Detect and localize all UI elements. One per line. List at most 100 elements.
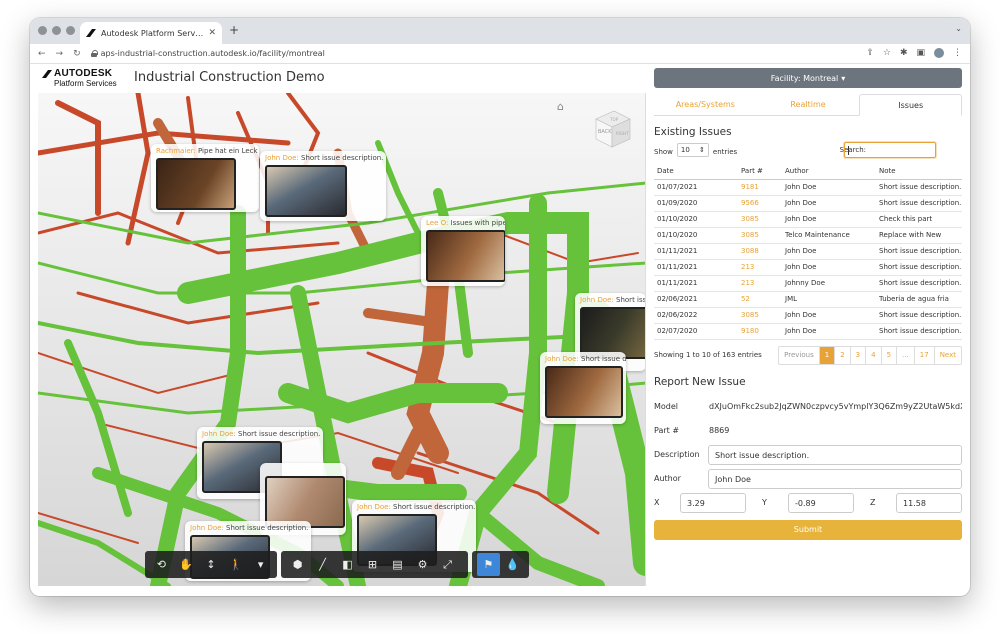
x-label: X <box>654 497 660 507</box>
table-row[interactable]: 01/09/2020 9566 John Doe Short issue descri… <box>654 195 962 212</box>
column-header-note[interactable]: Note <box>876 163 962 180</box>
fullscreen-icon[interactable]: ⤢ <box>436 553 459 576</box>
camera-icon[interactable]: ▾ <box>249 553 272 576</box>
share-icon[interactable]: ⇪ <box>866 48 874 58</box>
settings-icon[interactable]: ⚙ <box>411 553 434 576</box>
cell-author: JML <box>782 291 876 308</box>
measure-icon[interactable]: ╱ <box>311 553 334 576</box>
autodesk-favicon-icon <box>86 29 96 37</box>
orbit-icon[interactable]: ⟲ <box>150 553 173 576</box>
issue-note[interactable]: John Doe: Short issue description. <box>260 151 386 221</box>
author-input[interactable]: John Doe <box>708 468 962 489</box>
panel-tabs: Areas/Systems Realtime Issues <box>654 94 963 116</box>
section-icon[interactable]: ◧ <box>336 553 359 576</box>
side-panel: Facility: Montreal ▾ Areas/Systems Realt… <box>654 68 963 540</box>
viewcube[interactable]: BACK TOP RIGHT <box>586 105 632 151</box>
table-info: Showing 1 to 10 of 163 entries <box>654 350 762 359</box>
z-input[interactable]: 11.58 <box>896 492 962 513</box>
page-17[interactable]: 17 <box>913 346 934 364</box>
extensions-icon[interactable]: ✱ <box>900 48 908 58</box>
issues-table: Date Part # Author Note 01/07/2021 9181 Jo… <box>654 163 962 340</box>
table-row[interactable]: 01/10/2020 3085 John Doe Check this part <box>654 211 962 228</box>
bookmark-star-icon[interactable]: ☆ <box>883 48 891 58</box>
browser-tab[interactable]: Autodesk Platform Services: In... ✕ <box>80 22 222 44</box>
explode-icon[interactable]: ⬢ <box>286 553 309 576</box>
url-field[interactable]: aps-industrial-construction.autodesk.io/… <box>90 49 325 58</box>
forward-icon[interactable]: → <box>56 49 64 59</box>
sidebar-icon[interactable]: ▣ <box>916 48 925 58</box>
submit-button[interactable]: Submit <box>654 519 962 540</box>
profile-avatar[interactable] <box>934 48 944 58</box>
table-footer: Showing 1 to 10 of 163 entries Previous … <box>654 345 962 365</box>
facility-dropdown-button[interactable]: Facility: Montreal ▾ <box>654 68 962 88</box>
autodesk-logo: AUTODESK Platform Services <box>42 68 128 88</box>
x-input[interactable]: 3.29 <box>680 492 746 513</box>
column-header-author[interactable]: Author <box>782 163 876 180</box>
column-header-date[interactable]: Date <box>654 163 738 180</box>
table-row[interactable]: 01/11/2021 3088 John Doe Short issue descri… <box>654 243 962 260</box>
page-previous[interactable]: Previous <box>779 347 819 364</box>
page-4[interactable]: 4 <box>865 346 880 364</box>
entries-select[interactable]: 10 ⇕ <box>676 143 709 157</box>
dolly-icon[interactable]: ↕ <box>200 553 223 576</box>
entries-label: entries <box>712 147 738 156</box>
page-next[interactable]: Next <box>933 346 961 364</box>
page-2[interactable]: 2 <box>834 346 849 364</box>
3d-viewer[interactable]: ⌂ BACK TOP RIGHT Rachmaier: Pipe hat ein… <box>38 93 646 586</box>
close-window-button[interactable] <box>38 26 47 35</box>
table-row[interactable]: 01/07/2021 9181 John Doe Short issue descri… <box>654 179 962 196</box>
tab-realtime[interactable]: Realtime <box>757 94 860 115</box>
table-row[interactable]: 02/06/2022 3085 John Doe Short issue descri… <box>654 307 962 324</box>
column-header-part[interactable]: Part # <box>738 163 782 180</box>
table-row[interactable]: 02/07/2020 9180 John Doe Short issue descri… <box>654 323 962 340</box>
pan-icon[interactable]: ✋ <box>175 553 198 576</box>
note-author: Lee O: <box>426 219 449 227</box>
cell-date: 02/07/2020 <box>654 323 738 340</box>
minimize-window-button[interactable] <box>52 26 61 35</box>
model-browser-icon[interactable]: ⊞ <box>361 553 384 576</box>
issue-note[interactable]: John Doe: Short issue description. <box>540 352 626 424</box>
tab-list-chevron-icon[interactable]: ⌄ <box>955 24 962 33</box>
window-controls <box>38 26 75 35</box>
table-row[interactable]: 01/11/2021 213 John Doe Short issue descrip… <box>654 259 962 276</box>
issue-photo <box>426 230 505 282</box>
walk-icon[interactable]: 🚶 <box>224 553 247 576</box>
page-5[interactable]: 5 <box>880 346 896 364</box>
issue-note[interactable]: Rachmaier: Pipe hat ein Leck <box>151 144 259 212</box>
search-input[interactable] <box>844 142 936 158</box>
browser-menu-icon[interactable]: ⋮ <box>953 48 962 58</box>
tab-issues[interactable]: Issues <box>859 94 963 116</box>
cell-part: 3085 <box>738 227 782 244</box>
note-description: Short issue description. <box>581 355 626 363</box>
viewcube-label-top: TOP <box>609 117 619 122</box>
page-3[interactable]: 3 <box>849 346 865 364</box>
maximize-window-button[interactable] <box>66 26 75 35</box>
home-icon[interactable]: ⌂ <box>557 100 564 113</box>
new-tab-icon[interactable]: + <box>229 23 239 37</box>
issue-note[interactable]: Lee O: Issues with pipe <box>421 216 505 286</box>
cell-author: Telco Maintenance <box>782 227 876 244</box>
table-controls: Show 10 ⇕ entries Search: <box>654 142 962 160</box>
table-header-row: Date Part # Author Note <box>654 163 962 180</box>
cell-author: Johnny Doe <box>782 275 876 292</box>
table-row[interactable]: 01/11/2021 213 Johnny Doe Short issue descr… <box>654 275 962 292</box>
cell-author: John Doe <box>782 323 876 340</box>
water-drop-icon[interactable]: 💧 <box>502 553 525 576</box>
properties-icon[interactable]: ▤ <box>386 553 409 576</box>
cell-part: 9180 <box>738 323 782 340</box>
description-input[interactable]: Short issue description. <box>708 444 962 465</box>
tab-areas-systems[interactable]: Areas/Systems <box>654 94 757 115</box>
page-ellipsis: ... <box>896 346 914 364</box>
cell-part: 3085 <box>738 211 782 228</box>
back-icon[interactable]: ← <box>38 49 46 59</box>
table-row[interactable]: 02/06/2021 52 JML Tuberia de agua fria <box>654 291 962 308</box>
reload-icon[interactable]: ↻ <box>73 49 81 59</box>
address-bar: ← → ↻ aps-industrial-construction.autode… <box>30 44 970 64</box>
table-row[interactable]: 01/10/2020 3085 Telco Maintenance Replace w… <box>654 227 962 244</box>
y-input[interactable]: -0.89 <box>788 492 854 513</box>
tab-close-icon[interactable]: ✕ <box>208 28 216 38</box>
cell-date: 02/06/2022 <box>654 307 738 324</box>
issues-icon[interactable]: ⚑ <box>477 553 500 576</box>
note-author: John Doe: <box>357 503 391 511</box>
page-1[interactable]: 1 <box>818 346 835 364</box>
